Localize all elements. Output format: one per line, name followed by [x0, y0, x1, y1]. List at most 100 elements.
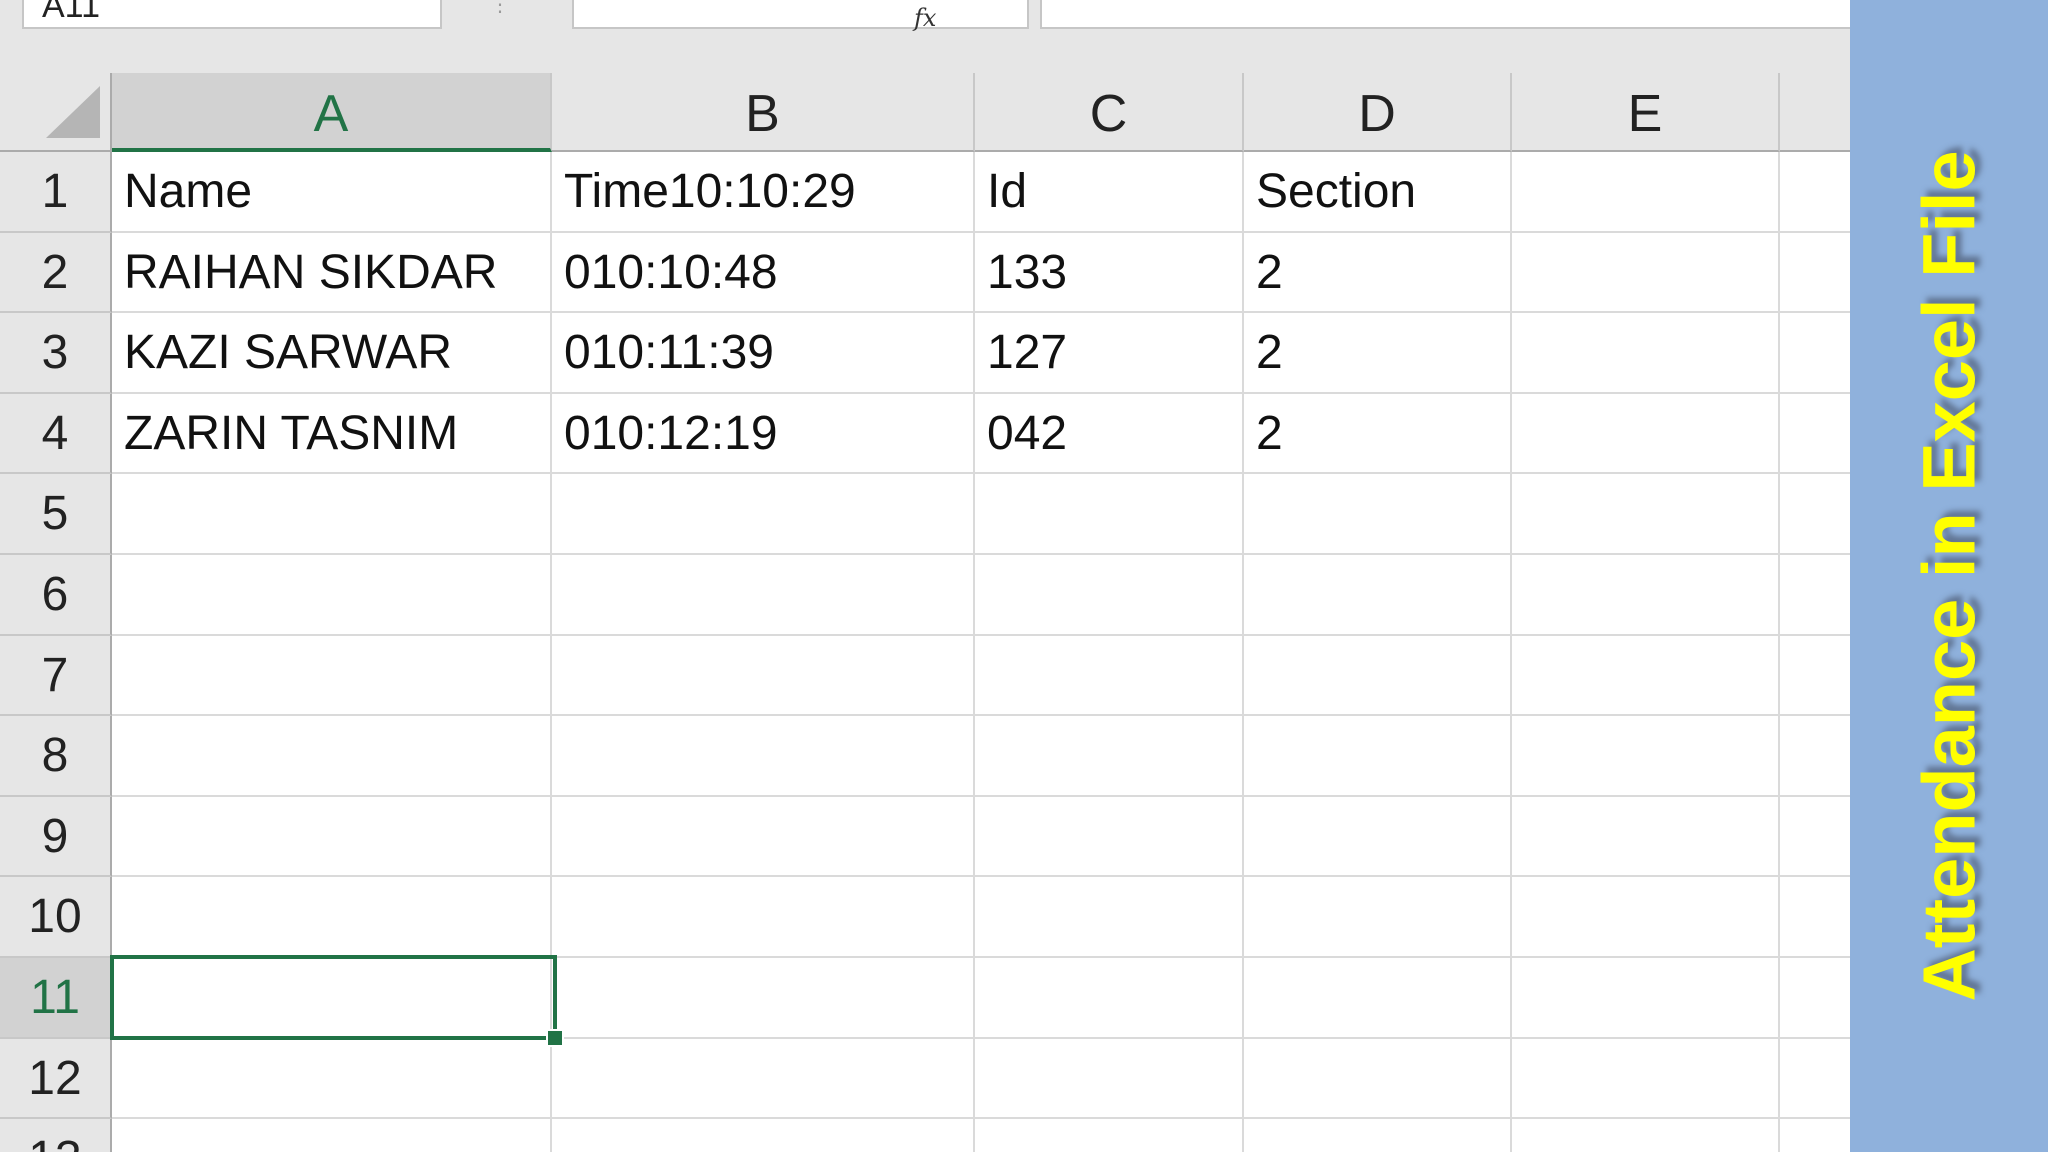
cell-a3[interactable]: KAZI SARWAR — [112, 313, 552, 394]
cell-f9[interactable] — [1780, 796, 1850, 878]
cell-b6[interactable] — [552, 555, 975, 636]
cell-c13[interactable] — [975, 1119, 1244, 1152]
row-header-11[interactable]: 11 — [0, 958, 112, 1039]
row-header-4[interactable]: 4 — [0, 393, 112, 475]
cell-e8[interactable] — [1512, 716, 1780, 797]
row-header-9[interactable]: 9 — [0, 796, 112, 878]
cell-c9[interactable] — [975, 796, 1244, 878]
row-header-10[interactable]: 10 — [0, 877, 112, 958]
cell-f4[interactable] — [1780, 393, 1850, 475]
cell-f2[interactable] — [1780, 232, 1850, 314]
cell-c3[interactable]: 127 — [975, 313, 1244, 394]
cell-e13[interactable] — [1512, 1119, 1780, 1152]
cell-b12[interactable] — [552, 1038, 975, 1120]
cell-b4[interactable]: 010:12:19 — [552, 393, 975, 475]
cell-d2[interactable]: 2 — [1244, 232, 1512, 314]
cell-b2[interactable]: 010:10:48 — [552, 232, 975, 314]
cell-e7[interactable] — [1512, 635, 1780, 717]
cell-d5[interactable] — [1244, 474, 1512, 555]
cell-a12[interactable] — [112, 1038, 552, 1120]
cell-d1[interactable]: Section — [1244, 152, 1512, 233]
cell-a9[interactable] — [112, 796, 552, 878]
cell-d9[interactable] — [1244, 796, 1512, 878]
cell-b1[interactable]: Time10:10:29 — [552, 152, 975, 233]
cell-d11[interactable] — [1244, 958, 1512, 1039]
cell-d6[interactable] — [1244, 555, 1512, 636]
cell-e11[interactable] — [1512, 958, 1780, 1039]
cell-c2[interactable]: 133 — [975, 232, 1244, 314]
cell-e6[interactable] — [1512, 555, 1780, 636]
cell-a2[interactable]: RAIHAN SIKDAR — [112, 232, 552, 314]
row-header-6[interactable]: 6 — [0, 555, 112, 636]
cell-e10[interactable] — [1512, 877, 1780, 958]
cell-e4[interactable] — [1512, 393, 1780, 475]
column-header-d[interactable]: D — [1244, 73, 1512, 152]
cell-b9[interactable] — [552, 796, 975, 878]
cell-e9[interactable] — [1512, 796, 1780, 878]
column-header-c[interactable]: C — [975, 73, 1244, 152]
cell-e1[interactable] — [1512, 152, 1780, 233]
cell-b13[interactable] — [552, 1119, 975, 1152]
cell-c4[interactable]: 042 — [975, 393, 1244, 475]
cell-f1[interactable] — [1780, 152, 1850, 233]
cell-b10[interactable] — [552, 877, 975, 958]
cell-d10[interactable] — [1244, 877, 1512, 958]
cell-f12[interactable] — [1780, 1038, 1850, 1120]
cell-a4[interactable]: ZARIN TASNIM — [112, 393, 552, 475]
cell-b8[interactable] — [552, 716, 975, 797]
name-box[interactable]: A11 — [22, 0, 442, 29]
active-cell-selection[interactable] — [110, 955, 557, 1040]
cell-a6[interactable] — [112, 555, 552, 636]
cell-a8[interactable] — [112, 716, 552, 797]
row-header-1[interactable]: 1 — [0, 152, 112, 233]
row-header-12[interactable]: 12 — [0, 1038, 112, 1120]
row-header-7[interactable]: 7 — [0, 635, 112, 717]
row-header-3[interactable]: 3 — [0, 313, 112, 394]
cell-c7[interactable] — [975, 635, 1244, 717]
cell-b3[interactable]: 010:11:39 — [552, 313, 975, 394]
cell-e2[interactable] — [1512, 232, 1780, 314]
cell-a5[interactable] — [112, 474, 552, 555]
cell-d7[interactable] — [1244, 635, 1512, 717]
cell-e5[interactable] — [1512, 474, 1780, 555]
cell-f8[interactable] — [1780, 716, 1850, 797]
fx-icon[interactable]: fx — [914, 4, 936, 32]
cell-d13[interactable] — [1244, 1119, 1512, 1152]
cell-b11[interactable] — [552, 958, 975, 1039]
cell-f5[interactable] — [1780, 474, 1850, 555]
cell-f10[interactable] — [1780, 877, 1850, 958]
cell-a13[interactable] — [112, 1119, 552, 1152]
cell-f6[interactable] — [1780, 555, 1850, 636]
cell-c11[interactable] — [975, 958, 1244, 1039]
column-header-b[interactable]: B — [552, 73, 975, 152]
select-all-button[interactable] — [0, 73, 112, 152]
cell-e3[interactable] — [1512, 313, 1780, 394]
fill-handle[interactable] — [546, 1029, 564, 1047]
formula-input[interactable] — [1040, 0, 1850, 29]
cell-f13[interactable] — [1780, 1119, 1850, 1152]
cell-a1[interactable]: Name — [112, 152, 552, 233]
cell-b5[interactable] — [552, 474, 975, 555]
cell-d4[interactable]: 2 — [1244, 393, 1512, 475]
cell-f7[interactable] — [1780, 635, 1850, 717]
row-header-2[interactable]: 2 — [0, 232, 112, 314]
row-header-13[interactable]: 13 — [0, 1119, 112, 1152]
cell-a7[interactable] — [112, 635, 552, 717]
cell-f3[interactable] — [1780, 313, 1850, 394]
row-header-8[interactable]: 8 — [0, 716, 112, 797]
cell-f11[interactable] — [1780, 958, 1850, 1039]
cell-b7[interactable] — [552, 635, 975, 717]
column-header-e[interactable]: E — [1512, 73, 1780, 152]
row-header-5[interactable]: 5 — [0, 474, 112, 555]
cell-d12[interactable] — [1244, 1038, 1512, 1120]
column-header-a[interactable]: A — [112, 73, 552, 152]
cell-c6[interactable] — [975, 555, 1244, 636]
column-header-f[interactable] — [1780, 73, 1850, 152]
cell-d3[interactable]: 2 — [1244, 313, 1512, 394]
cell-a10[interactable] — [112, 877, 552, 958]
cell-c5[interactable] — [975, 474, 1244, 555]
cell-c10[interactable] — [975, 877, 1244, 958]
cell-c1[interactable]: Id — [975, 152, 1244, 233]
cell-c8[interactable] — [975, 716, 1244, 797]
cell-d8[interactable] — [1244, 716, 1512, 797]
